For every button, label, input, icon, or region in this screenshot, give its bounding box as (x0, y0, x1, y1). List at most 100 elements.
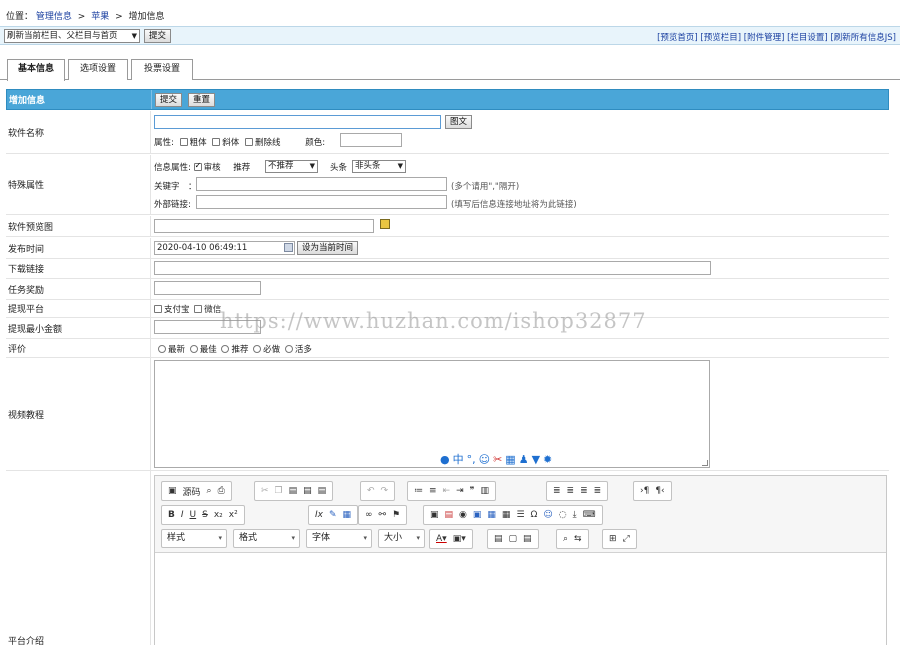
text-color-icon[interactable]: A▾ (436, 534, 447, 544)
color-input[interactable] (340, 133, 402, 147)
preview-image-input[interactable] (154, 219, 374, 233)
undo-icon[interactable]: ↶ (367, 486, 375, 496)
document-icon[interactable]: ▤ (523, 534, 532, 544)
picture-text-button[interactable]: 图文 (445, 115, 473, 129)
breadcrumb-link-apple[interactable]: 苹果 (91, 12, 109, 22)
font-dropdown[interactable]: 字体 ▾ (306, 529, 372, 548)
software-name-input[interactable] (154, 115, 441, 129)
italic-checkbox[interactable] (212, 138, 221, 146)
top-submit-button[interactable]: 提交 (144, 29, 172, 43)
remove-format-icon[interactable]: Ix (315, 510, 323, 520)
alipay-checkbox[interactable] (154, 305, 162, 313)
div-icon[interactable]: ▥ (480, 486, 489, 496)
tab-vote-settings[interactable]: 投票设置 (131, 59, 193, 80)
iframe-icon[interactable]: ◌ (559, 510, 567, 520)
header-reset-button[interactable]: 重置 (188, 93, 216, 107)
strike-icon[interactable]: S (202, 510, 208, 520)
image-picker-icon[interactable] (380, 219, 390, 229)
task-reward-input[interactable] (154, 281, 261, 295)
ltr-icon[interactable]: ›¶ (640, 486, 649, 496)
paintbrush-icon[interactable]: ✎ (329, 510, 337, 520)
maximize-icon[interactable]: ⤢ (623, 534, 630, 544)
style-dropdown[interactable]: 样式 ▾ (161, 529, 227, 548)
source-button[interactable]: 源码 (183, 485, 201, 498)
tab-option-settings[interactable]: 选项设置 (68, 59, 128, 80)
resize-grip-icon[interactable] (702, 460, 708, 466)
publish-time-input[interactable]: 2020-04-10 06:49:11 (154, 241, 295, 255)
table-icon[interactable]: ▦ (502, 510, 511, 520)
unlink-icon[interactable]: ⚯ (379, 510, 387, 520)
gear-icon[interactable]: ✹ (543, 453, 552, 466)
subscript-icon[interactable]: x₂ (214, 510, 223, 520)
refresh-all-js-link[interactable]: [刷新所有信息JS] (830, 33, 896, 43)
scissors-icon[interactable]: ✂ (493, 453, 502, 466)
show-blocks-icon[interactable]: ▤ (494, 534, 503, 544)
shirt-icon[interactable]: ▼ (532, 453, 540, 466)
strikethrough-checkbox[interactable] (245, 138, 254, 146)
horizontal-rule-icon[interactable]: ☰ (516, 510, 524, 520)
justify-icon[interactable]: ≣ (594, 486, 602, 496)
file-icon[interactable]: ▣ (473, 510, 482, 520)
numbered-list-icon[interactable]: ≔ (414, 486, 423, 496)
copy-icon[interactable]: ❐ (275, 486, 283, 496)
preview-home-link[interactable]: [预览首页] (657, 33, 698, 43)
rating-radio-must[interactable] (253, 345, 262, 353)
emoji-icon[interactable]: ☺ (479, 453, 490, 466)
download-link-input[interactable] (154, 261, 711, 275)
special-char-icon[interactable]: Ω (531, 510, 538, 520)
bulleted-list-icon[interactable]: ≡ (429, 486, 437, 496)
bold-checkbox[interactable] (179, 138, 188, 146)
rtl-icon[interactable]: ¶‹ (655, 486, 664, 496)
calendar-icon[interactable] (284, 243, 293, 252)
keyboard-icon[interactable]: ▦ (505, 453, 515, 466)
set-current-time-button[interactable]: 设为当前时间 (297, 241, 359, 255)
superscript-icon[interactable]: x² (229, 510, 238, 520)
new-page-icon[interactable]: ▢ (509, 534, 518, 544)
outdent-icon[interactable]: ⇤ (443, 486, 451, 496)
breadcrumb-link-manage[interactable]: 管理信息 (36, 12, 72, 22)
source-icon[interactable]: ▣ (168, 486, 177, 496)
print-icon[interactable]: ⎙ (218, 486, 225, 496)
user-icon[interactable]: ● (440, 453, 450, 466)
select-all-icon[interactable]: ▦ (343, 510, 352, 520)
tab-basic-info[interactable]: 基本信息 (7, 59, 65, 81)
video-tutorial-textarea[interactable] (154, 360, 710, 468)
link-icon[interactable]: ∞ (365, 510, 373, 520)
header-submit-button[interactable]: 提交 (155, 93, 183, 107)
headline-select[interactable]: 非头条 ▼ (352, 160, 406, 173)
wechat-checkbox[interactable] (194, 305, 203, 313)
smiley-icon[interactable]: ☺ (543, 510, 552, 520)
rating-radio-recommend[interactable] (221, 345, 230, 353)
recommend-select[interactable]: 不推荐 ▼ (265, 160, 318, 173)
align-right-icon[interactable]: ≣ (580, 486, 588, 496)
italic-icon[interactable]: I (181, 510, 184, 520)
rating-radio-many[interactable] (284, 345, 293, 353)
image-icon[interactable]: ▣ (430, 510, 439, 520)
page-break-icon[interactable]: ⤓ (573, 510, 577, 520)
redo-icon[interactable]: ↷ (381, 486, 389, 496)
underline-icon[interactable]: U (190, 510, 197, 520)
attachment-manage-link[interactable]: [附件管理] (744, 33, 785, 43)
find-icon[interactable]: ⌕ (563, 534, 568, 544)
format-dropdown[interactable]: 格式 ▾ (233, 529, 300, 548)
chinese-mode-icon[interactable]: 中 (453, 453, 464, 466)
align-center-icon[interactable]: ≣ (567, 486, 575, 496)
bg-color-icon[interactable]: ▣▾ (453, 534, 466, 544)
template-icon[interactable]: ▦ (487, 510, 496, 520)
paste-icon[interactable]: ▤ (289, 486, 298, 496)
code-icon[interactable]: ⌨ (583, 510, 596, 520)
refresh-scope-select[interactable]: 刷新当前栏目、父栏目与首页 ▼ (4, 29, 140, 43)
paste-word-icon[interactable]: ▤ (318, 486, 327, 496)
bold-icon[interactable]: B (168, 510, 175, 520)
anchor-icon[interactable]: ⚑ (392, 510, 400, 520)
rating-radio-newest[interactable] (158, 345, 166, 353)
blockquote-icon[interactable]: ❞ (470, 486, 475, 496)
keyword-input[interactable] (196, 177, 447, 191)
replace-icon[interactable]: ⇆ (574, 534, 582, 544)
media-icon[interactable]: ◉ (459, 510, 467, 520)
external-link-input[interactable] (196, 195, 447, 209)
rating-radio-best[interactable] (189, 345, 198, 353)
column-settings-link[interactable]: [栏目设置] (787, 33, 828, 43)
cut-icon[interactable]: ✂ (261, 486, 269, 496)
show-blocks-toggle-icon[interactable]: ⊞ (609, 534, 617, 544)
